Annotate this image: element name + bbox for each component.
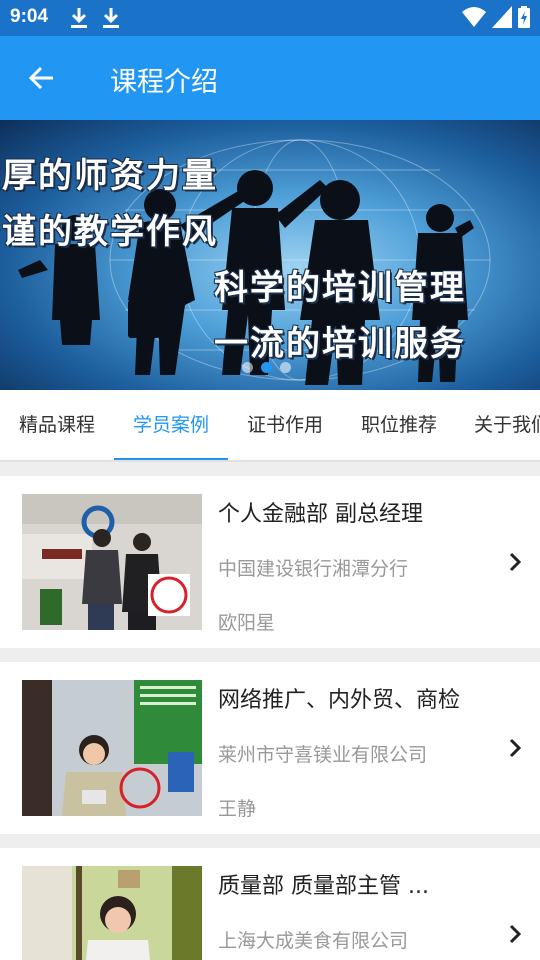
battery-icon (518, 6, 530, 28)
chevron-right-icon (509, 924, 522, 944)
tab-about-us[interactable]: 关于我们 (474, 390, 540, 460)
case-company: 中国建设银行湘潭分行 (218, 558, 409, 580)
carousel-dot[interactable] (280, 362, 291, 373)
case-student-name: 王静 (218, 798, 257, 820)
tab-featured-courses[interactable]: 精品课程 (0, 390, 114, 460)
chevron-right-icon (509, 738, 522, 758)
case-photo (22, 866, 202, 960)
case-card[interactable]: 网络推广、内外贸、商检 莱州市守喜镁业有限公司 王静 (0, 662, 540, 834)
banner-text-line: 严谨的教学作风 (0, 212, 218, 252)
status-time: 9:04 (10, 6, 49, 27)
tab-student-cases[interactable]: 学员案例 (114, 390, 228, 460)
case-photo (22, 494, 202, 630)
carousel-indicator (242, 362, 291, 373)
page-title: 课程介绍 (110, 67, 218, 98)
download-icon (71, 8, 87, 28)
case-company: 莱州市守喜镁业有限公司 (218, 744, 428, 766)
case-photo (22, 680, 202, 816)
back-button[interactable] (22, 58, 62, 98)
tab-job-recommend[interactable]: 职位推荐 (342, 390, 456, 460)
chevron-right-icon (509, 552, 522, 572)
case-student-name: 欧阳星 (218, 612, 276, 634)
case-card[interactable]: 个人金融部 副总经理 中国建设银行湘潭分行 欧阳星 (0, 476, 540, 648)
tab-certificate-use[interactable]: 证书作用 (228, 390, 342, 460)
banner-carousel[interactable]: 雄厚的师资力量 严谨的教学作风 科学的培训管理 一流的培训服务 (0, 120, 540, 390)
case-title: 质量部 质量部主管 ... (218, 874, 429, 899)
status-bar: 9:04 (0, 0, 540, 36)
case-card[interactable]: 质量部 质量部主管 ... 上海大成美食有限公司 (0, 848, 540, 960)
banner-text-line: 一流的培训服务 (214, 324, 466, 364)
banner-text-line: 科学的培训管理 (214, 268, 466, 308)
signal-icon (492, 6, 512, 28)
arrow-back-icon (28, 66, 53, 90)
wifi-icon (462, 7, 486, 27)
tab-indicator (114, 458, 228, 460)
case-title: 个人金融部 副总经理 (218, 502, 423, 527)
carousel-dot[interactable] (242, 362, 253, 373)
carousel-dot-active[interactable] (261, 362, 272, 373)
download-icon (103, 8, 119, 28)
banner-text-line: 雄厚的师资力量 (0, 156, 218, 196)
category-tabs: 精品课程 学员案例 证书作用 职位推荐 关于我们 (0, 390, 540, 462)
case-title: 网络推广、内外贸、商检 (218, 688, 461, 713)
app-bar: 课程介绍 (0, 36, 540, 120)
case-company: 上海大成美食有限公司 (218, 930, 409, 952)
